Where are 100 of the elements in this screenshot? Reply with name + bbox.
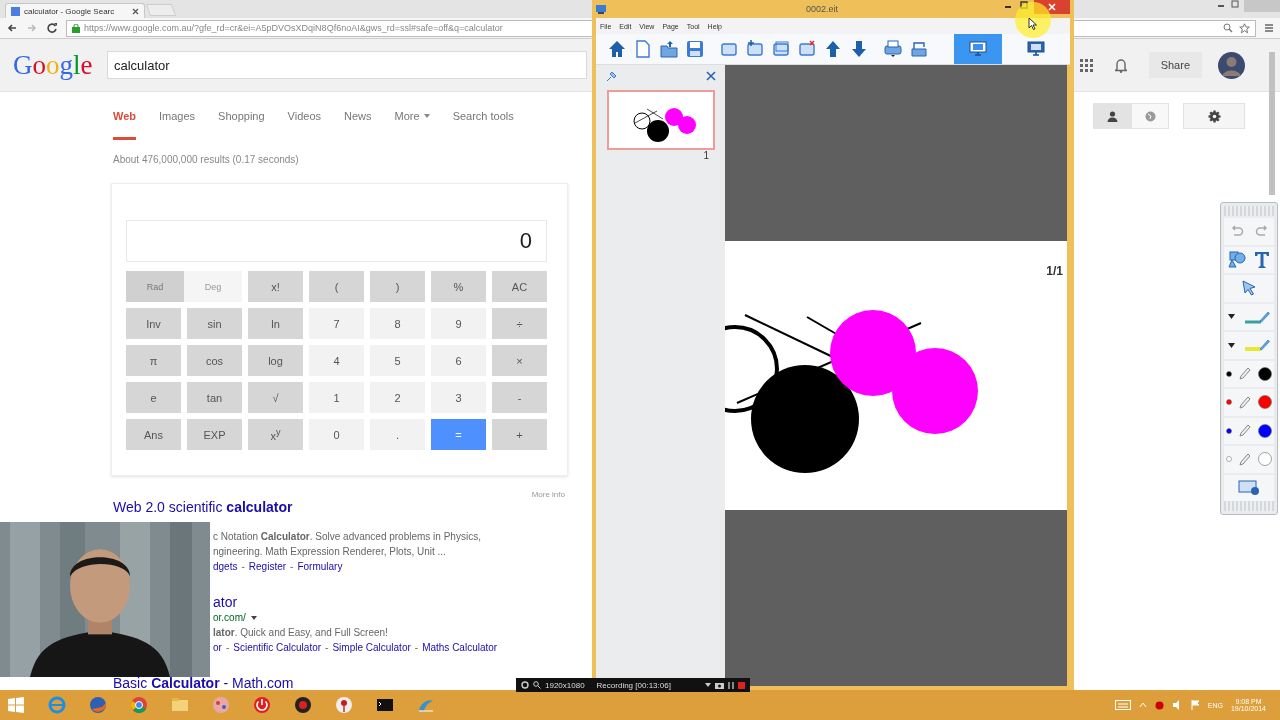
sitelink[interactable]: Register <box>248 560 287 574</box>
calculator-key[interactable]: 4 <box>309 345 364 376</box>
more-info-link[interactable]: More info <box>531 490 565 499</box>
menu-icon[interactable] <box>1264 23 1274 33</box>
thin-dot-icon[interactable] <box>1226 456 1233 463</box>
search-tab[interactable]: Shopping <box>218 92 265 140</box>
calculator-key[interactable]: x$^{y}$ <box>248 419 303 450</box>
folder-icon[interactable] <box>660 40 678 58</box>
sitelink[interactable]: Maths Calculator <box>422 641 498 655</box>
search-tab[interactable]: Videos <box>287 92 322 140</box>
pencil-icon[interactable] <box>1239 424 1251 438</box>
bell-icon[interactable] <box>1114 57 1127 73</box>
calculator-key[interactable]: log <box>248 345 303 376</box>
back-icon[interactable] <box>6 22 18 34</box>
settings-icon[interactable] <box>521 681 529 689</box>
pencil-icon[interactable] <box>1239 395 1251 409</box>
home-icon[interactable] <box>608 40 626 58</box>
page-icon[interactable] <box>720 40 738 58</box>
drag-handle[interactable] <box>1224 501 1274 511</box>
down-arrow-icon[interactable] <box>850 40 868 58</box>
calculator-key[interactable]: Ans <box>126 419 181 450</box>
up-arrow-icon[interactable] <box>824 40 842 58</box>
search-icon[interactable] <box>533 681 541 689</box>
page-thumbnail[interactable] <box>606 90 715 150</box>
pin-icon[interactable] <box>605 71 617 82</box>
settings-button[interactable] <box>1183 103 1245 129</box>
angle-mode-button[interactable]: Rad <box>126 271 184 302</box>
result-title-link[interactable]: Basic Calculator - Math.com <box>113 677 294 690</box>
text-tool-icon[interactable] <box>1254 250 1270 269</box>
pen-icon[interactable] <box>1243 309 1270 324</box>
calculator-key[interactable]: e <box>126 382 181 413</box>
calculator-key[interactable]: = <box>431 419 486 450</box>
camera-icon[interactable] <box>715 681 724 689</box>
calculator-key[interactable]: 6 <box>431 345 486 376</box>
avatar-icon[interactable] <box>1218 51 1245 79</box>
pencil-icon[interactable] <box>1239 452 1251 466</box>
pages-icon[interactable] <box>772 40 790 58</box>
calculator-key[interactable]: × <box>492 345 547 376</box>
whiteboard-view-button[interactable] <box>954 34 1002 64</box>
sitelink[interactable]: Simple Calculator <box>332 641 411 655</box>
apps-grid-icon[interactable] <box>1079 58 1093 72</box>
pen-color-swatch[interactable] <box>1257 366 1272 381</box>
pen-color-swatch[interactable] <box>1257 395 1272 410</box>
thin-dot-icon[interactable] <box>1226 399 1233 406</box>
calculator-key[interactable]: AC <box>492 271 547 302</box>
pen-color-swatch[interactable] <box>1257 423 1272 438</box>
google-logo[interactable]: Google <box>13 49 93 81</box>
reload-icon[interactable] <box>46 22 58 34</box>
round-browser-icon[interactable] <box>129 695 149 715</box>
paint-icon[interactable] <box>211 695 231 715</box>
keyboard-icon[interactable] <box>1114 700 1131 710</box>
close-icon[interactable] <box>132 7 139 15</box>
person-button[interactable] <box>1093 103 1131 129</box>
sitelink[interactable]: dgets <box>213 560 238 574</box>
calculator-key[interactable]: 5 <box>370 345 425 376</box>
search-field[interactable]: calculator <box>107 51 587 79</box>
calculator-key[interactable]: 1 <box>309 382 364 413</box>
result-title-link[interactable]: ator <box>213 594 238 610</box>
result-title-link[interactable]: Web 2.0 scientific calculator <box>113 499 293 515</box>
thin-dot-icon[interactable] <box>1226 370 1233 377</box>
calculator-key[interactable]: 3 <box>431 382 486 413</box>
pen-color-swatch[interactable] <box>1257 452 1272 467</box>
sitelink[interactable]: or <box>213 641 222 655</box>
scrollbar-thumb[interactable] <box>1269 52 1275 195</box>
calculator-key[interactable]: Inv <box>126 308 181 339</box>
calculator-key[interactable]: + <box>492 419 547 450</box>
calculator-key[interactable]: x! <box>248 271 303 302</box>
calculator-key[interactable]: 0 <box>309 419 364 450</box>
printer-icon[interactable] <box>884 40 902 58</box>
maximize-icon[interactable] <box>1230 0 1240 8</box>
pause-icon[interactable] <box>728 681 734 689</box>
calculator-key[interactable]: 9 <box>431 308 486 339</box>
share-button[interactable]: Share <box>1148 52 1202 78</box>
calculator-key[interactable]: - <box>492 382 547 413</box>
delete-page-icon[interactable] <box>798 40 816 58</box>
search-tab[interactable]: Search tools <box>452 92 514 140</box>
shapes-icon[interactable] <box>1228 249 1246 270</box>
calculator-key[interactable]: ( <box>309 271 364 302</box>
star-icon[interactable] <box>1239 22 1250 34</box>
calculator-key[interactable]: √ <box>248 382 303 413</box>
caret-icon[interactable] <box>705 683 711 687</box>
search-tab[interactable]: Images <box>159 92 196 140</box>
calculator-key[interactable]: ln <box>248 308 303 339</box>
browser-tab[interactable]: calculator - Google Searc <box>5 3 145 18</box>
sitelink[interactable]: Scientific Calculator <box>233 641 322 655</box>
drag-handle[interactable] <box>1224 206 1274 216</box>
record-icon[interactable] <box>293 695 313 715</box>
calculator-key[interactable]: EXP <box>187 419 242 450</box>
highlighter-icon[interactable] <box>1243 338 1270 353</box>
flag-icon[interactable] <box>1190 700 1200 710</box>
caret-icon[interactable] <box>1228 314 1236 320</box>
search-tab[interactable]: More <box>394 92 430 140</box>
stop-icon[interactable] <box>738 681 745 689</box>
power-icon[interactable] <box>252 695 272 715</box>
caret-icon[interactable] <box>250 616 257 620</box>
add-page-icon[interactable] <box>746 40 764 58</box>
calculator-key[interactable]: 2 <box>370 382 425 413</box>
calculator-key[interactable]: π <box>126 345 181 376</box>
calculator-key[interactable]: 8 <box>370 308 425 339</box>
search-tab[interactable]: News <box>344 92 372 140</box>
